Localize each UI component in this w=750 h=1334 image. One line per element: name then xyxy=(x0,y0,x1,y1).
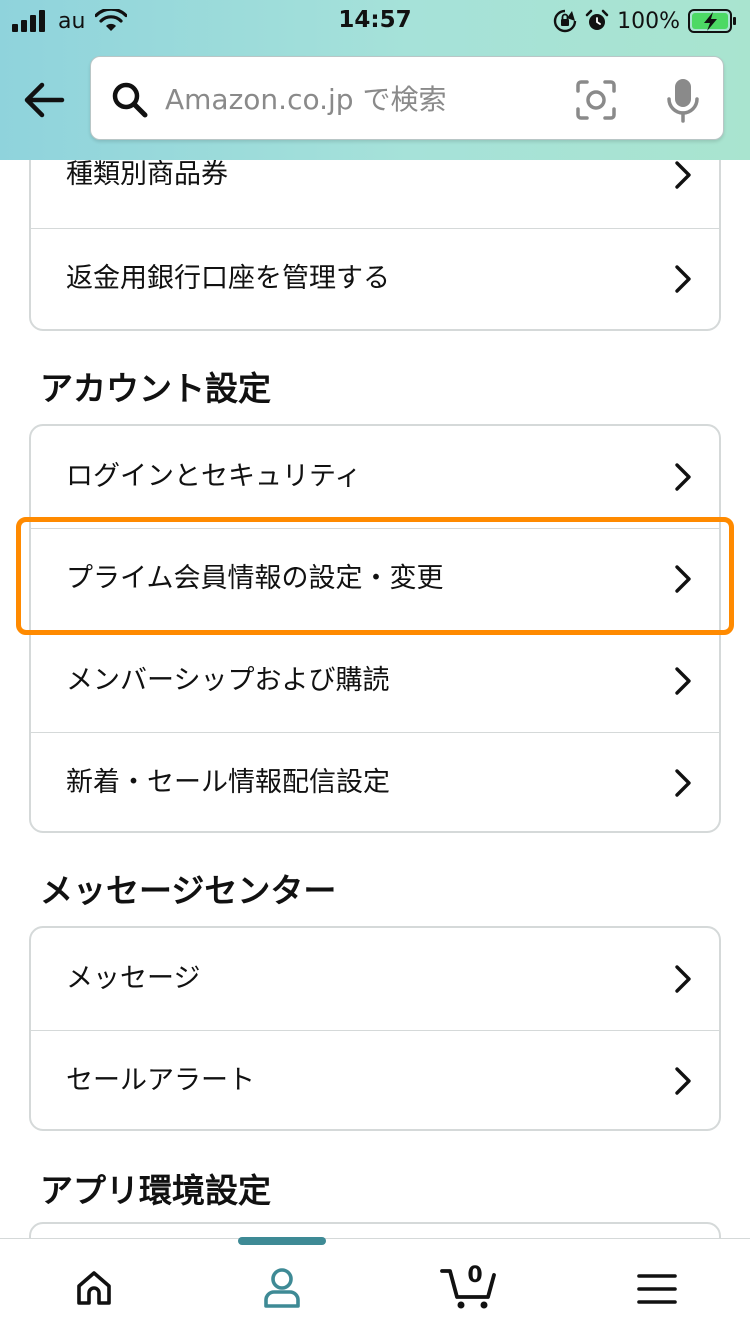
home-icon xyxy=(77,1271,111,1305)
list-item-label: メンバーシップおよび購読 xyxy=(66,665,390,696)
search-icon xyxy=(112,82,148,118)
list-item-sale-notifications[interactable]: 新着・セール情報配信設定 xyxy=(31,732,719,831)
menu-icon xyxy=(637,1274,677,1304)
cart-count-badge: 0 xyxy=(467,1263,483,1288)
list-item-label: ログインとセキュリティ xyxy=(66,461,362,492)
tab-account[interactable] xyxy=(227,1239,337,1334)
list-item-login-security[interactable]: ログインとセキュリティ xyxy=(31,426,719,528)
section-title-account-settings: アカウント設定 xyxy=(40,369,271,408)
chevron-right-icon xyxy=(675,769,691,797)
bottom-tab-bar: 0 xyxy=(0,1237,750,1334)
account-icon xyxy=(264,1268,300,1308)
tab-menu[interactable] xyxy=(601,1239,711,1334)
section-title-message-center: メッセージセンター xyxy=(40,871,337,910)
alarm-icon xyxy=(585,9,609,30)
list-item-refund-bank-account[interactable]: 返金用銀行口座を管理する xyxy=(31,228,719,329)
list-item-sale-alerts[interactable]: セールアラート xyxy=(31,1030,719,1129)
list-item-label: プライム会員情報の設定・変更 xyxy=(66,563,444,594)
chevron-right-icon xyxy=(675,565,691,593)
battery-charging-icon xyxy=(688,9,736,33)
tab-home[interactable] xyxy=(38,1239,148,1334)
chevron-right-icon xyxy=(675,463,691,491)
camera-search-icon[interactable] xyxy=(575,79,617,121)
message-center-card: メッセージ セールアラート xyxy=(29,926,721,1131)
list-item-label: セールアラート xyxy=(66,1065,255,1096)
search-bar[interactable] xyxy=(90,56,724,140)
rotation-lock-icon xyxy=(553,9,577,33)
chevron-right-icon xyxy=(675,965,691,993)
battery-percent: 100% xyxy=(617,8,680,34)
list-item-memberships-subscriptions[interactable]: メンバーシップおよび購読 xyxy=(31,630,719,732)
arrow-left-icon xyxy=(24,82,65,118)
section-title-app-preferences: アプリ環境設定 xyxy=(40,1171,271,1210)
chevron-right-icon xyxy=(675,667,691,695)
account-settings-card: ログインとセキュリティ プライム会員情報の設定・変更 メンバーシップおよび購読 … xyxy=(29,424,721,833)
list-item-prime-membership[interactable]: プライム会員情報の設定・変更 xyxy=(31,528,719,630)
search-input[interactable] xyxy=(165,75,565,123)
list-item-label: メッセージ xyxy=(66,963,201,994)
chevron-right-icon xyxy=(675,161,691,189)
back-button[interactable] xyxy=(20,78,68,122)
chevron-right-icon xyxy=(675,265,691,293)
tab-cart[interactable]: 0 xyxy=(412,1239,522,1334)
list-item-label: 返金用銀行口座を管理する xyxy=(66,263,390,294)
list-item-label: 新着・セール情報配信設定 xyxy=(66,767,390,798)
microphone-icon[interactable] xyxy=(665,77,701,123)
app-header: au 14:57 100% xyxy=(0,0,750,160)
status-bar: au 14:57 100% xyxy=(0,0,750,40)
list-item-messages[interactable]: メッセージ xyxy=(31,928,719,1030)
chevron-right-icon xyxy=(675,1067,691,1095)
